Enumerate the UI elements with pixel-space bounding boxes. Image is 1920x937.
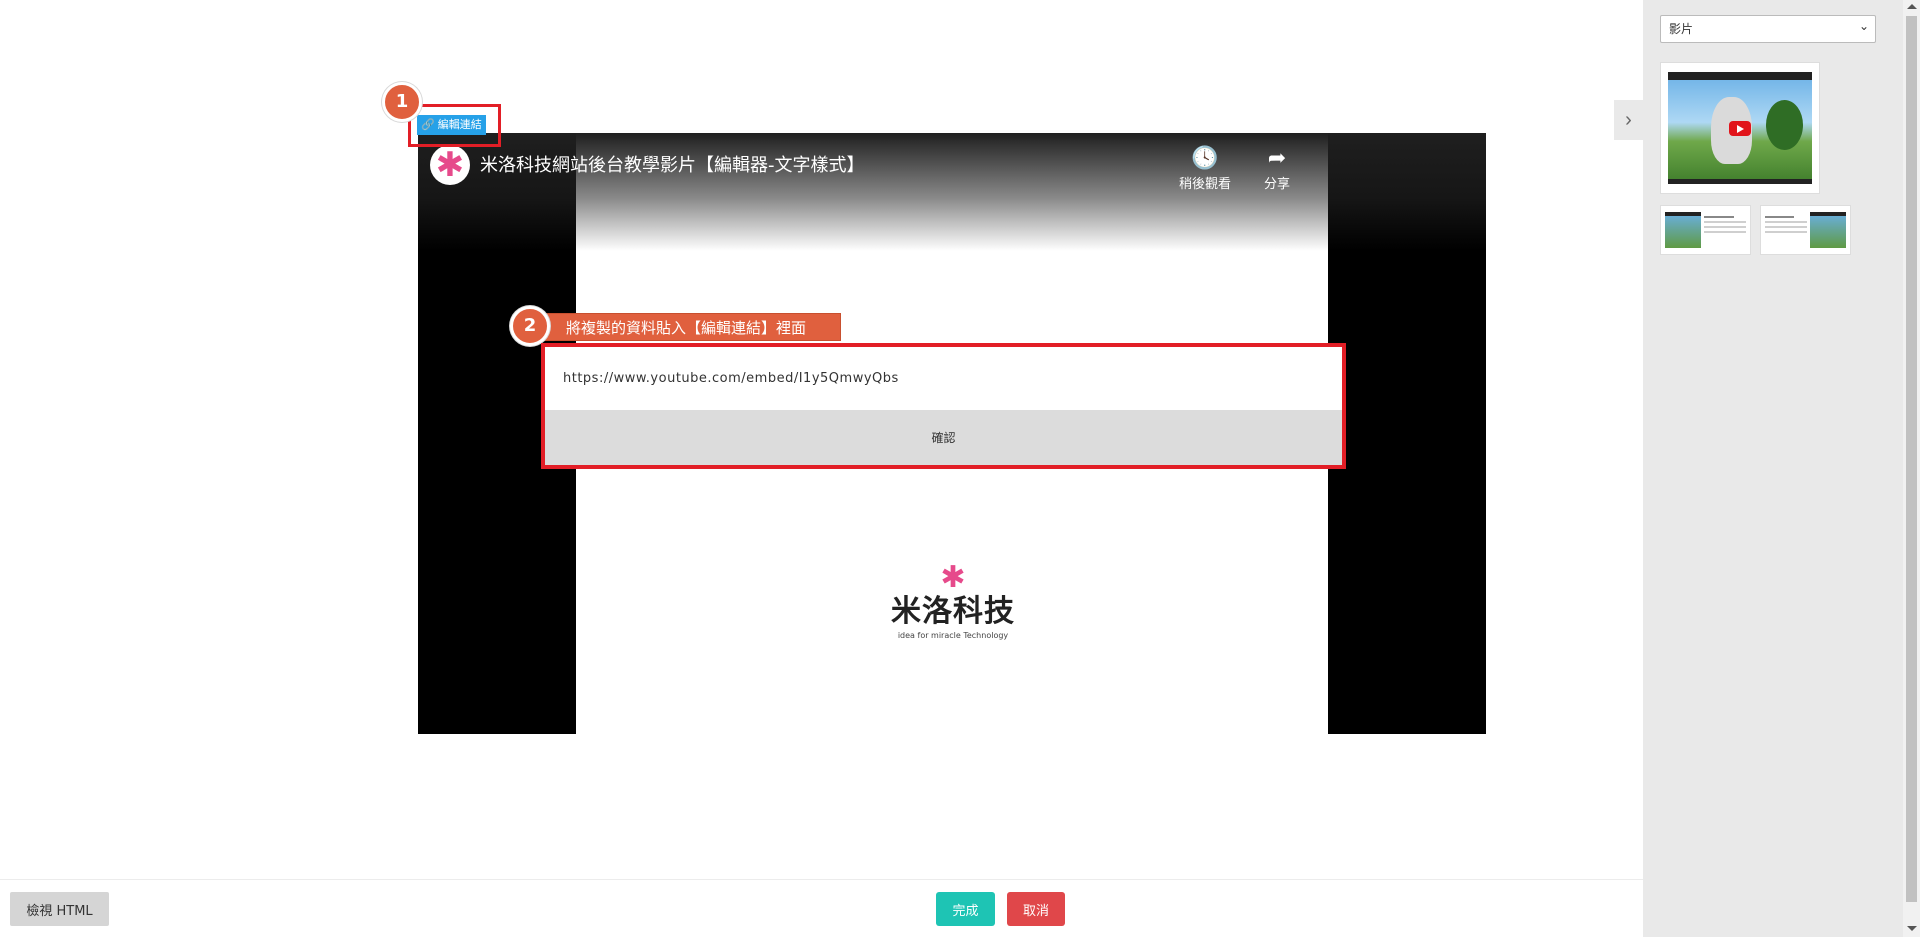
url-input[interactable] [545, 347, 1342, 410]
scroll-down-icon[interactable] [1907, 926, 1917, 931]
clock-icon: 🕓 [1191, 146, 1219, 171]
step1-badge: 1 [382, 82, 422, 122]
category-selected: 影片 [1669, 22, 1694, 36]
category-select[interactable]: 影片 ⌄ [1660, 15, 1876, 43]
link-icon: 🔗 [421, 119, 435, 131]
cancel-button[interactable]: 取消 [1007, 892, 1065, 926]
page-scrollbar[interactable] [1903, 0, 1920, 937]
template-video-full[interactable] [1660, 62, 1820, 194]
video-title[interactable]: 米洛科技網站後台教學影片【編輯器-文字樣式】 [480, 151, 865, 177]
brand-logo: ✱ 米洛科技 idea for miracle Technology [888, 563, 1018, 641]
channel-logo-icon[interactable]: ✱ [430, 145, 470, 185]
step1-highlight-frame: 🔗 編輯連結 [408, 104, 501, 147]
scroll-up-icon[interactable] [1907, 4, 1917, 9]
editor-canvas: ✱ 米洛科技網站後台教學影片【編輯器-文字樣式】 🕓 稍後觀看 ➦ 分享 ✱ 米… [0, 0, 1643, 937]
video-thumbnail [1809, 212, 1847, 248]
play-icon [1729, 121, 1751, 136]
video-thumbnail [1665, 212, 1702, 248]
video-thumbnail [1668, 72, 1812, 184]
template-video-left-text[interactable] [1660, 205, 1751, 255]
step2-instruction: 將複製的資料貼入【編輯連結】裡面 [541, 313, 841, 341]
watch-later-button[interactable]: 🕓 稍後觀看 [1170, 145, 1240, 192]
template-sidebar: 影片 ⌄ [1643, 0, 1903, 937]
done-button[interactable]: 完成 [936, 892, 995, 926]
share-icon: ➦ [1267, 146, 1287, 171]
chevron-right-icon[interactable]: › [1614, 100, 1643, 140]
scrollbar-thumb[interactable] [1906, 16, 1917, 902]
share-label: 分享 [1263, 177, 1290, 192]
chevron-down-icon: ⌄ [1858, 19, 1869, 33]
edit-link-button[interactable]: 🔗 編輯連結 [417, 115, 486, 135]
step2-badge: 2 [510, 306, 550, 346]
view-html-button[interactable]: 檢視 HTML [10, 892, 109, 926]
edit-link-label: 編輯連結 [437, 119, 482, 131]
brand-tagline: idea for miracle Technology [897, 631, 1009, 640]
watch-later-label: 稍後觀看 [1178, 177, 1231, 192]
brand-mark-icon: ✱ [940, 560, 966, 595]
brand-name: 米洛科技 [891, 594, 1015, 629]
edit-link-dialog: 確認 [541, 343, 1346, 469]
editor-footer: 檢視 HTML 完成 取消 [0, 879, 1643, 937]
template-video-right-text[interactable] [1760, 205, 1851, 255]
confirm-button[interactable]: 確認 [545, 410, 1342, 465]
share-button[interactable]: ➦ 分享 [1242, 145, 1312, 192]
